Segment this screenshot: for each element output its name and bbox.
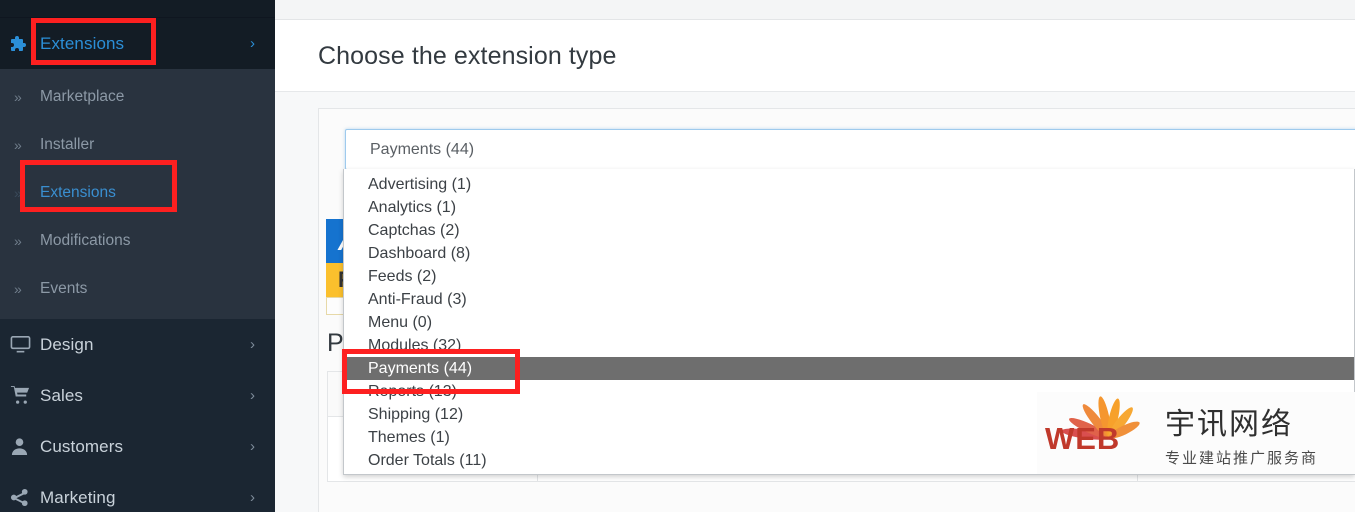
sidebar-subitem-label: Installer <box>40 136 95 153</box>
sidebar-subitem-modifications[interactable]: » Modifications <box>0 217 275 265</box>
page-header-card: Choose the extension type <box>275 20 1355 92</box>
sidebar-item-extensions[interactable]: Extensions › <box>0 18 275 69</box>
dropdown-option-advertising[interactable]: Advertising (1) <box>344 173 1354 196</box>
sidebar: Extensions › » Marketplace » Installer »… <box>0 0 275 512</box>
dropdown-option-payments[interactable]: Payments (44) <box>344 357 1354 380</box>
double-chevron-icon: » <box>14 185 22 201</box>
dropdown-option-anti-fraud[interactable]: Anti-Fraud (3) <box>344 288 1354 311</box>
sidebar-item-label: Extensions <box>40 33 125 53</box>
dropdown-option-captchas[interactable]: Captchas (2) <box>344 219 1354 242</box>
page-title: Choose the extension type <box>318 42 617 70</box>
sidebar-item-design[interactable]: Design › <box>0 319 275 370</box>
sidebar-subitem-extensions[interactable]: » Extensions <box>0 169 275 217</box>
topbar-strip <box>275 0 1355 20</box>
user-icon <box>10 437 40 456</box>
extension-type-select[interactable]: Payments (44) <box>345 129 1355 170</box>
puzzle-icon <box>10 34 40 54</box>
dropdown-option-feeds[interactable]: Feeds (2) <box>344 265 1354 288</box>
sidebar-item-customers[interactable]: Customers › <box>0 421 275 472</box>
double-chevron-icon: » <box>14 137 22 153</box>
app-root: Extensions › » Marketplace » Installer »… <box>0 0 1355 512</box>
double-chevron-icon: » <box>14 89 22 105</box>
dropdown-option-analytics[interactable]: Analytics (1) <box>344 196 1354 219</box>
sidebar-subitem-label: Modifications <box>40 232 131 249</box>
sidebar-subitem-label: Extensions <box>40 184 116 201</box>
double-chevron-icon: » <box>14 281 22 297</box>
sidebar-subitem-marketplace[interactable]: » Marketplace <box>0 73 275 121</box>
sidebar-subitem-events[interactable]: » Events <box>0 265 275 313</box>
watermark-web-mark: WEB <box>1037 395 1165 469</box>
sidebar-item-label: Customers <box>40 436 124 456</box>
sidebar-subitem-label: Marketplace <box>40 88 125 105</box>
chevron-right-icon: › <box>250 387 255 404</box>
double-chevron-icon: » <box>14 233 22 249</box>
select-wrapper: Payments (44) <box>319 109 1355 170</box>
chevron-right-icon: › <box>250 336 255 353</box>
monitor-icon <box>10 334 40 355</box>
sidebar-subitem-label: Events <box>40 280 88 297</box>
sidebar-item-label: Marketing <box>40 487 116 507</box>
cart-icon <box>10 385 40 406</box>
watermark-text-block: 宇讯网络 专业建站推广服务商 <box>1165 399 1318 468</box>
watermark-logo: WEB 宇讯网络 专业建站推广服务商 <box>1037 392 1355 474</box>
dropdown-option-modules[interactable]: Modules (32) <box>344 334 1354 357</box>
sidebar-submenu: » Marketplace » Installer » Extensions »… <box>0 69 275 319</box>
sidebar-subitem-installer[interactable]: » Installer <box>0 121 275 169</box>
sidebar-item-sales[interactable]: Sales › <box>0 370 275 421</box>
chevron-right-icon: › <box>250 438 255 455</box>
sidebar-item-label: Design <box>40 334 94 354</box>
chevron-right-icon: › <box>250 489 255 506</box>
sidebar-top-stub <box>0 0 275 18</box>
dropdown-option-dashboard[interactable]: Dashboard (8) <box>344 242 1354 265</box>
share-icon <box>10 488 40 507</box>
watermark-web-text: WEB <box>1045 421 1121 456</box>
watermark-tagline: 专业建站推广服务商 <box>1165 448 1319 467</box>
sidebar-item-label: Sales <box>40 385 84 405</box>
select-value: Payments (44) <box>370 140 475 158</box>
watermark-company-name: 宇讯网络 <box>1165 406 1293 442</box>
dropdown-option-menu[interactable]: Menu (0) <box>344 311 1354 334</box>
chevron-right-icon: › <box>250 35 255 52</box>
sidebar-item-marketing[interactable]: Marketing › <box>0 472 275 512</box>
